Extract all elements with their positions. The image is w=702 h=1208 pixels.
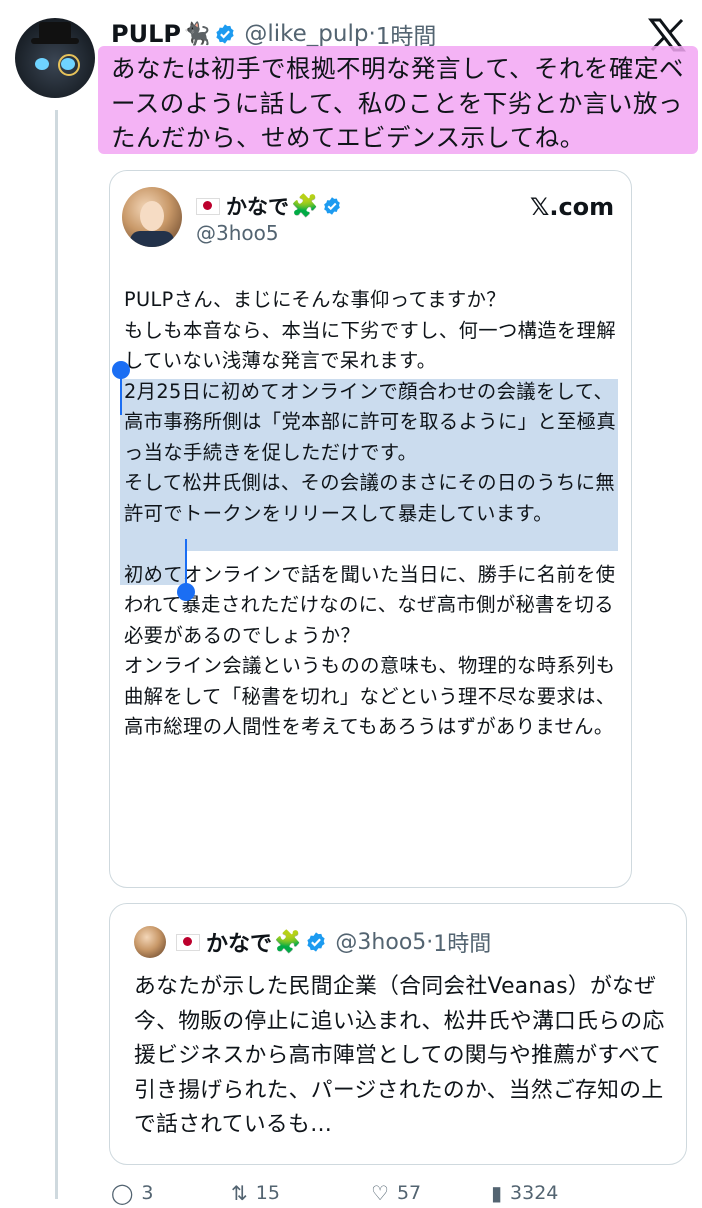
verified-icon [216,24,234,44]
separator-dot: · [426,929,434,955]
quote-author-handle[interactable]: @3hoo5 [196,221,279,245]
black-cat-icon: 🐈‍⬛ [182,21,211,47]
nested-header: かなで 🧩 @3hoo5 · 1時間 [176,926,491,958]
selection-handle-end[interactable] [185,539,187,585]
nested-author-name[interactable]: かなで [206,926,272,958]
separator-dot: · [368,21,376,47]
japan-flag-icon [196,197,220,215]
repost-icon: ⇅ [231,1181,248,1205]
author-handle[interactable]: @like_pulp [244,21,368,47]
quote-body: PULPさん、まじにそんな事仰ってますか？ もしも本音なら、本当に下劣ですし、何… [124,288,617,738]
tweet-text: あなたは初手で根拠不明な発言して、それを確定ベースのように話して、私のことを下劣… [111,54,685,152]
verified-icon [324,197,341,215]
selection-handle-end[interactable] [177,583,195,601]
views-count: 3324 [510,1182,559,1204]
puzzle-icon: 🧩 [291,193,319,219]
reply-button[interactable]: ◯ 3 [111,1181,231,1205]
quote-name-row: かなで 🧩 [196,191,350,221]
nested-body: あなたが示した民間企業（合同会社Veanas）がなぜ今、物販の停止に追い込まれ、… [134,974,665,1137]
repost-count: 15 [255,1182,280,1204]
like-count: 57 [396,1182,422,1204]
japan-flag-icon [176,933,200,951]
quote-avatar[interactable] [122,187,182,247]
author-name[interactable]: PULP [111,20,181,48]
quote-author-name[interactable]: かなで [226,191,289,221]
nested-author-handle[interactable]: @3hoo5 [335,930,426,955]
nested-quoted-tweet-card[interactable]: かなで 🧩 @3hoo5 · 1時間 あなたが示した民間企業（合同会社Veana… [109,903,687,1165]
verified-icon [307,932,326,952]
quoted-tweet-card[interactable]: かなで 🧩 @3hoo5 𝕏.com PULPさん、まじにそんな事仰ってますか？… [109,170,632,888]
like-icon: ♡ [371,1181,389,1205]
repost-button[interactable]: ⇅ 15 [231,1181,371,1205]
views-button[interactable]: ▮ 3324 [491,1181,611,1205]
selection-handle-start[interactable] [112,361,130,379]
xcom-source-label: 𝕏.com [530,193,615,221]
action-bar: ◯ 3 ⇅ 15 ♡ 57 ▮ 3324 [111,1178,691,1208]
views-icon: ▮ [491,1181,503,1205]
nested-time[interactable]: 1時間 [433,926,491,958]
thread-line [55,110,58,1199]
like-button[interactable]: ♡ 57 [371,1181,491,1205]
author-avatar[interactable] [15,18,95,98]
nested-avatar[interactable] [134,926,166,958]
reply-icon: ◯ [111,1181,134,1205]
puzzle-icon: 🧩 [274,929,302,955]
reply-count: 3 [141,1182,154,1204]
